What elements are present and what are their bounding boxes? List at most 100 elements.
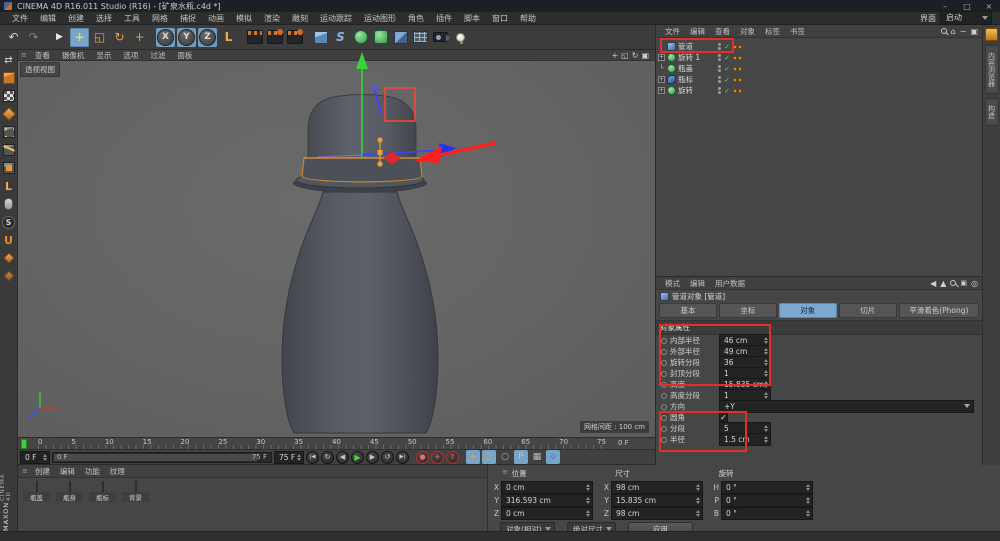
modifiers-icon[interactable] xyxy=(391,28,410,47)
perspective-viewport[interactable]: ≡ 查看摄像机显示选项过滤面板 + ◱ ↻ ▣ 透视视图 xyxy=(18,50,655,437)
material-sphere-label[interactable] xyxy=(102,481,104,492)
object-manager-menu-item[interactable]: 对象 xyxy=(735,26,760,37)
key-circle-icon[interactable] xyxy=(661,437,667,443)
menu-item[interactable]: 编辑 xyxy=(34,13,62,24)
object-row-lathe[interactable]: + 旋转 ✓ xyxy=(656,85,982,96)
tab-object[interactable]: 对象 xyxy=(779,303,837,318)
menu-item[interactable]: 文件 xyxy=(6,13,34,24)
key-circle-icon[interactable] xyxy=(661,338,667,344)
visibility-dots[interactable] xyxy=(718,43,721,50)
position-field[interactable]: 0 cm xyxy=(501,507,593,520)
menu-item[interactable]: 选择 xyxy=(90,13,118,24)
rotation-field[interactable]: 0 ° xyxy=(721,507,813,520)
lock-icon[interactable]: ▣ xyxy=(960,279,967,287)
search-icon[interactable] xyxy=(941,28,947,34)
menu-item[interactable]: 运动图形 xyxy=(358,13,402,24)
object-manager-menu-item[interactable]: 文件 xyxy=(660,26,685,37)
menu-item[interactable]: 渲染 xyxy=(258,13,286,24)
menu-item[interactable]: 插件 xyxy=(430,13,458,24)
size-field[interactable]: 15.835 cm xyxy=(611,494,703,507)
toggle-parameter-icon[interactable]: ▦ xyxy=(530,450,544,464)
subdivision-surface-icon[interactable] xyxy=(351,28,370,47)
camera-icon[interactable] xyxy=(431,28,450,47)
coordinate-system-icon[interactable]: L xyxy=(219,28,238,47)
object-manager-menu-item[interactable]: 编辑 xyxy=(685,26,710,37)
material-menu-item[interactable]: 纹理 xyxy=(105,466,130,477)
toggle-scale-icon[interactable]: ◻ xyxy=(482,450,496,464)
rotation-field[interactable]: 0 ° xyxy=(721,481,813,494)
keyframe-selection-button[interactable]: ? xyxy=(446,451,459,464)
timeline-playhead[interactable] xyxy=(21,439,27,449)
layout-select[interactable]: 启动 xyxy=(940,11,992,25)
position-field[interactable]: 316.593 cm xyxy=(501,494,593,507)
menu-item[interactable]: 网格 xyxy=(146,13,174,24)
material-sphere-white[interactable] xyxy=(69,481,71,492)
texture-mode-icon[interactable] xyxy=(1,88,17,104)
menu-item[interactable]: 工具 xyxy=(118,13,146,24)
object-name[interactable]: 旋转 1 xyxy=(678,52,700,63)
object-manager-menu-item[interactable]: 书签 xyxy=(785,26,810,37)
last-tool-icon[interactable]: + xyxy=(130,28,149,47)
light-icon[interactable] xyxy=(451,28,470,47)
autokey-button[interactable]: + xyxy=(431,451,444,464)
material-cap[interactable]: 瓶盖 xyxy=(23,482,50,502)
spline-pen-icon[interactable]: S xyxy=(331,28,350,47)
redo-icon[interactable]: ↷ xyxy=(24,28,43,47)
material-label[interactable]: 瓶标 xyxy=(89,482,116,502)
material-menu-item[interactable]: 创建 xyxy=(30,466,55,477)
object-manager-menu-item[interactable]: 标签 xyxy=(760,26,785,37)
object-axis-icon[interactable]: L xyxy=(1,178,17,194)
key-circle-icon[interactable] xyxy=(661,382,667,388)
history-back-icon[interactable]: ◀ xyxy=(930,279,936,288)
add-primitive-cube-icon[interactable] xyxy=(311,28,330,47)
key-circle-icon[interactable] xyxy=(661,404,667,410)
current-frame-field[interactable]: 0 F xyxy=(20,451,50,464)
model-mode-icon[interactable] xyxy=(1,70,17,86)
material-background[interactable]: 背景 xyxy=(122,482,149,502)
tube-ring-selected[interactable] xyxy=(302,158,422,182)
material-sphere-red[interactable] xyxy=(36,481,38,492)
key-circle-icon[interactable] xyxy=(661,415,667,421)
history-up-icon[interactable]: ▲ xyxy=(940,279,946,288)
key-circle-icon[interactable] xyxy=(661,393,667,399)
material-body[interactable]: 瓶身 xyxy=(56,482,83,502)
floor-icon[interactable] xyxy=(411,28,430,47)
attribute-menu-item[interactable]: 模式 xyxy=(660,278,685,289)
keyframe-presets-icon[interactable]: ◆ xyxy=(546,450,560,464)
attribute-menu-item[interactable]: 用户数据 xyxy=(710,278,750,289)
render-region-icon[interactable] xyxy=(265,28,284,47)
polygons-mode-icon[interactable] xyxy=(1,160,17,176)
workplane-mode-icon[interactable] xyxy=(1,106,17,122)
dock-tab-structure[interactable]: 构造 xyxy=(985,98,999,126)
key-circle-icon[interactable] xyxy=(661,349,667,355)
fillet-checkbox[interactable]: ✓ xyxy=(719,413,728,422)
menu-item[interactable]: 运动跟踪 xyxy=(314,13,358,24)
magnet-icon[interactable]: U xyxy=(1,232,17,248)
toggle-rotation-icon[interactable]: ○ xyxy=(498,450,512,464)
axis-y-button[interactable]: Y xyxy=(177,28,196,47)
object-name[interactable]: 瓶盖 xyxy=(678,63,693,74)
menu-item[interactable]: 窗口 xyxy=(486,13,514,24)
goto-end-button[interactable]: ▶| xyxy=(396,451,409,464)
bottle-model[interactable] xyxy=(18,50,655,437)
viewport-navigation-icon[interactable] xyxy=(1,196,17,212)
axis-x-button[interactable]: X xyxy=(156,28,175,47)
object-row-lathe1[interactable]: + 旋转 1 ✓ xyxy=(656,52,982,63)
record-keyframe-button[interactable]: ● xyxy=(416,451,429,464)
previous-frame-button[interactable]: ◀ xyxy=(336,451,349,464)
section-object-properties[interactable]: 对象属性 xyxy=(656,320,982,335)
size-field[interactable]: 98 cm xyxy=(611,481,703,494)
live-selection-icon[interactable]: ▶ xyxy=(50,28,69,47)
key-circle-icon[interactable] xyxy=(661,371,667,377)
next-frame-button[interactable]: ▶ xyxy=(366,451,379,464)
preview-range-slider[interactable]: 0 F 75 F xyxy=(52,452,272,463)
material-menu-item[interactable]: 编辑 xyxy=(55,466,80,477)
expander-icon[interactable]: + xyxy=(658,76,665,83)
object-manager-menu-item[interactable]: 查看 xyxy=(710,26,735,37)
range-end-field[interactable]: 75 F xyxy=(274,451,304,464)
move-tool-icon[interactable]: + xyxy=(70,28,89,47)
dock-tab-content-browser[interactable]: 内容浏览器 xyxy=(985,45,999,94)
target-icon[interactable]: ◎ xyxy=(971,279,978,288)
scale-tool-icon[interactable]: ◱ xyxy=(90,28,109,47)
rotation-field[interactable]: 0 ° xyxy=(721,494,813,507)
